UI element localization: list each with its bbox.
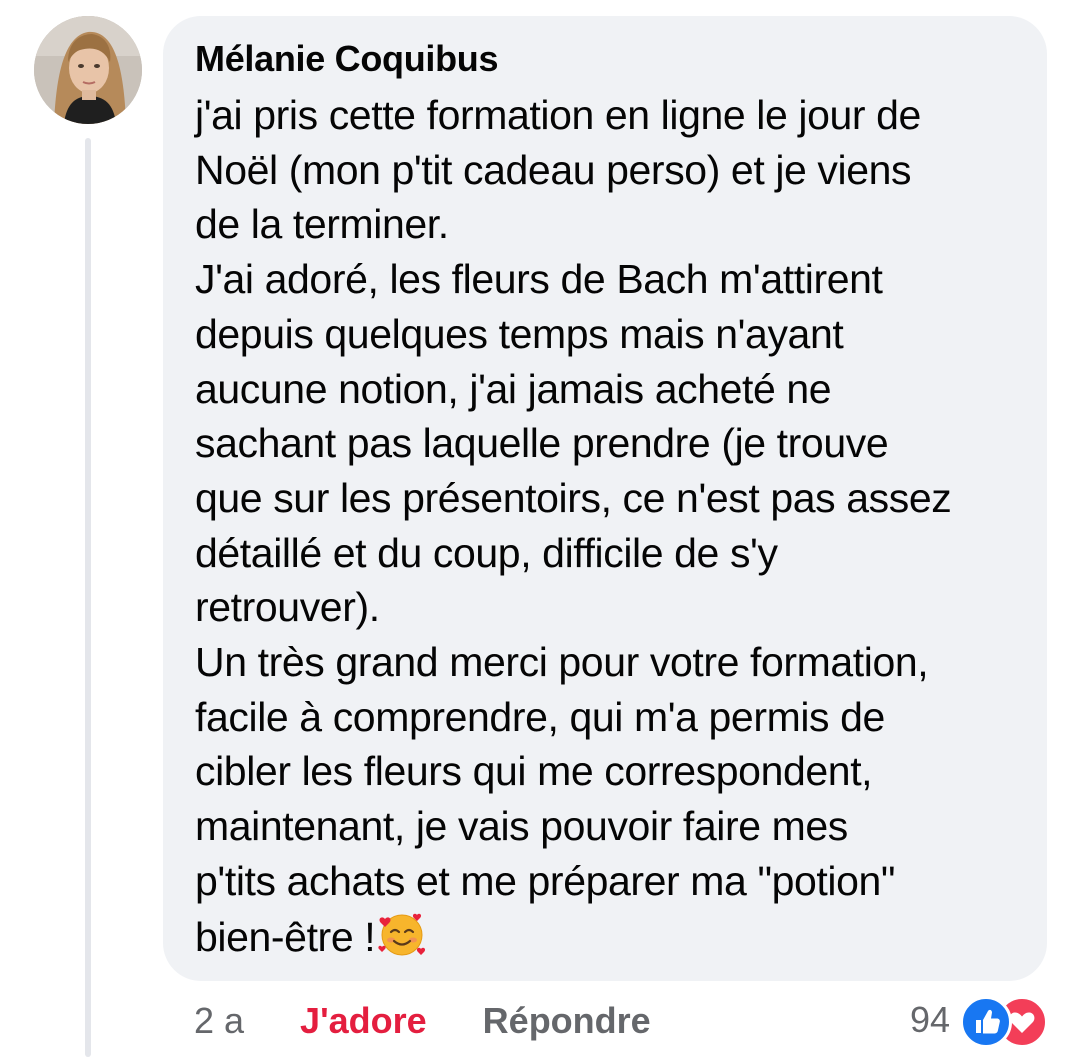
comment-actions: 2 a J'adore Répondre [194, 998, 651, 1044]
comment-text-block: j'ai pris cette formation en ligne le jo… [195, 88, 1021, 964]
avatar[interactable] [34, 16, 142, 124]
comment-screen: Mélanie Coquibus j'ai pris cette formati… [0, 0, 1080, 1057]
avatar-photo [34, 16, 142, 124]
comment-bubble: Mélanie Coquibus j'ai pris cette formati… [163, 16, 1047, 981]
comment-author[interactable]: Mélanie Coquibus [195, 36, 1021, 82]
thread-line [85, 138, 91, 1057]
comment-timestamp[interactable]: 2 a [194, 1000, 244, 1042]
like-icon [960, 996, 1012, 1048]
reaction-button[interactable]: J'adore [300, 1000, 427, 1042]
reply-button[interactable]: Répondre [483, 1000, 651, 1042]
reaction-summary[interactable]: 94 [909, 994, 1048, 1048]
comment-body: j'ai pris cette formation en ligne le jo… [195, 92, 952, 960]
reaction-count: 94 [909, 999, 950, 1040]
reaction-icons [960, 994, 1048, 1048]
smiling-face-with-hearts-icon [378, 913, 426, 956]
